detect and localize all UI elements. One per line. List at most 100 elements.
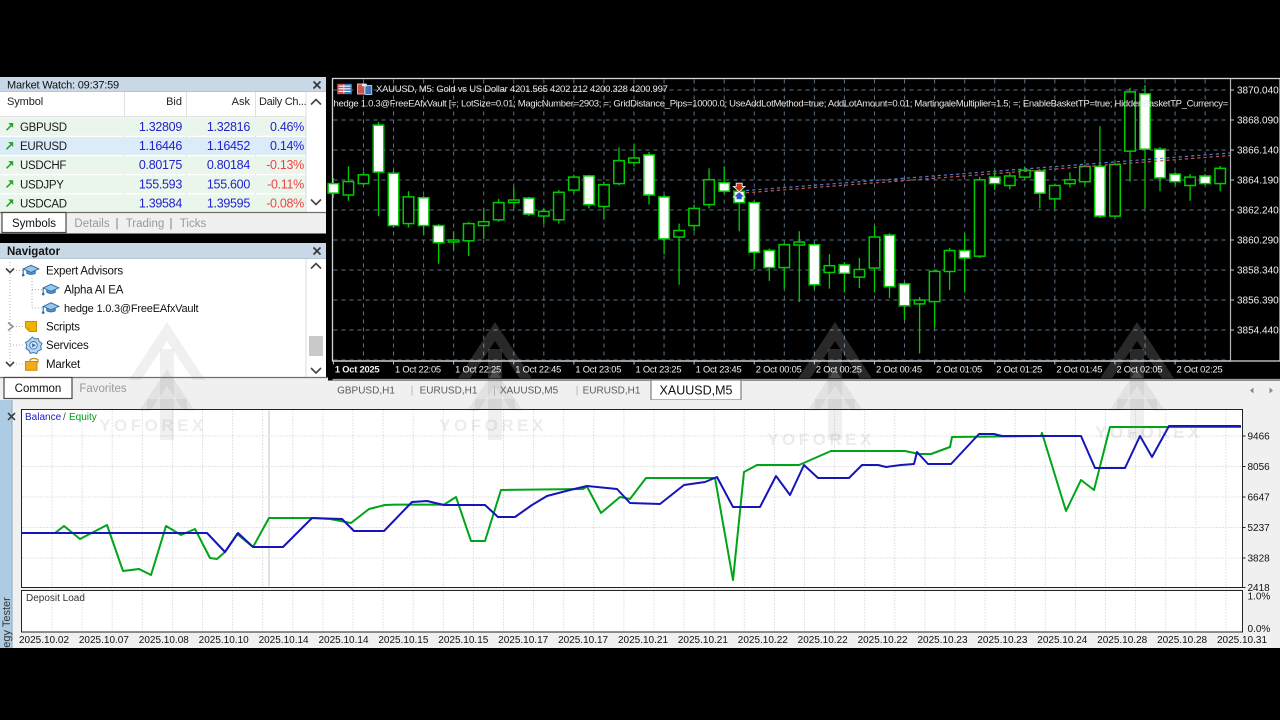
- svg-text:EURUSD,H1: EURUSD,H1: [583, 386, 641, 397]
- svg-text:Navigator: Navigator: [7, 246, 61, 258]
- svg-text:1.32816: 1.32816: [207, 120, 250, 134]
- svg-text:2 Oct 01:05: 2 Oct 01:05: [936, 365, 982, 375]
- svg-text:0.80184: 0.80184: [207, 158, 250, 172]
- svg-text:1 Oct 23:25: 1 Oct 23:25: [636, 365, 682, 375]
- svg-text:1.16452: 1.16452: [207, 139, 250, 153]
- svg-text:2025.10.02: 2025.10.02: [19, 635, 69, 646]
- svg-text:-0.08%: -0.08%: [266, 196, 304, 210]
- svg-text:YOFOREX: YOFOREX: [439, 416, 547, 435]
- svg-text:Symbols: Symbols: [12, 218, 56, 230]
- svg-text:2025.10.08: 2025.10.08: [139, 635, 189, 646]
- svg-text:2025.10.14: 2025.10.14: [318, 635, 368, 646]
- svg-text:Market: Market: [46, 359, 81, 371]
- svg-text:0.46%: 0.46%: [270, 120, 304, 134]
- svg-text:YOFOREX: YOFOREX: [99, 416, 207, 435]
- svg-text:USDCAD: USDCAD: [20, 198, 67, 210]
- svg-text:1 Oct 23:45: 1 Oct 23:45: [696, 365, 742, 375]
- svg-text:2025.10.31: 2025.10.31: [1217, 635, 1267, 646]
- svg-text:Scripts: Scripts: [46, 322, 80, 334]
- svg-text:6647: 6647: [1248, 493, 1271, 504]
- svg-text:Trading: Trading: [126, 218, 165, 230]
- svg-text:0.0%: 0.0%: [1248, 624, 1271, 635]
- svg-text:GBPUSD,H1: GBPUSD,H1: [337, 386, 395, 397]
- svg-text:XAUUSD, M5: Gold vs US Dollar: XAUUSD, M5: Gold vs US Dollar 4201.565 4…: [376, 84, 668, 95]
- svg-text:2 Oct 00:05: 2 Oct 00:05: [756, 365, 802, 375]
- svg-text:|: |: [170, 218, 173, 230]
- svg-text:Favorites: Favorites: [79, 383, 127, 395]
- svg-text:3854.440: 3854.440: [1237, 326, 1279, 337]
- svg-text:3862.240: 3862.240: [1237, 206, 1279, 217]
- svg-text:2025.10.07: 2025.10.07: [79, 635, 129, 646]
- svg-text:2025.10.23: 2025.10.23: [977, 635, 1027, 646]
- svg-text:0.80175: 0.80175: [139, 158, 182, 172]
- svg-text:2025.10.17: 2025.10.17: [558, 635, 608, 646]
- svg-text:2025.10.22: 2025.10.22: [858, 635, 908, 646]
- svg-text:8056: 8056: [1248, 462, 1271, 473]
- svg-text:Market Watch: 09:37:59: Market Watch: 09:37:59: [7, 80, 119, 92]
- svg-text:XAUUSD,M5: XAUUSD,M5: [660, 384, 733, 398]
- svg-text:YOFOREX: YOFOREX: [767, 430, 875, 449]
- svg-text:155.593: 155.593: [139, 177, 182, 191]
- svg-text:2 Oct 02:25: 2 Oct 02:25: [1177, 365, 1223, 375]
- svg-text:2025.10.15: 2025.10.15: [378, 635, 428, 646]
- svg-text:Symbol: Symbol: [7, 96, 43, 108]
- svg-text:2025.10.22: 2025.10.22: [798, 635, 848, 646]
- svg-text:Balance: Balance: [25, 412, 62, 423]
- svg-text:EURUSD,H1: EURUSD,H1: [420, 386, 478, 397]
- svg-text:2025.10.23: 2025.10.23: [917, 635, 967, 646]
- svg-text:1.32809: 1.32809: [139, 120, 182, 134]
- svg-text:1.39584: 1.39584: [139, 196, 182, 210]
- svg-text:Ask: Ask: [232, 96, 251, 108]
- svg-text:9466: 9466: [1248, 432, 1271, 443]
- svg-text:GBPUSD: GBPUSD: [20, 122, 67, 134]
- svg-text:Deposit Load: Deposit Load: [26, 593, 85, 604]
- svg-text:0.14%: 0.14%: [270, 139, 304, 153]
- svg-text:3858.340: 3858.340: [1237, 266, 1279, 277]
- svg-text:|: |: [116, 218, 119, 230]
- svg-text:-0.11%: -0.11%: [267, 177, 304, 191]
- svg-text:3860.290: 3860.290: [1237, 236, 1279, 247]
- svg-text:Bid: Bid: [166, 96, 182, 108]
- svg-text:hedge 1.0.3@FreeEAfxVault: hedge 1.0.3@FreeEAfxVault: [64, 303, 199, 315]
- svg-text:3856.390: 3856.390: [1237, 296, 1279, 307]
- svg-text:3866.140: 3866.140: [1237, 146, 1279, 157]
- svg-text:Expert Advisors: Expert Advisors: [46, 266, 123, 278]
- svg-text:1 Oct 23:05: 1 Oct 23:05: [575, 365, 621, 375]
- svg-text:Alpha AI EA: Alpha AI EA: [64, 285, 124, 297]
- svg-text:Equity: Equity: [69, 412, 97, 423]
- svg-text:2 Oct 01:45: 2 Oct 01:45: [1056, 365, 1102, 375]
- svg-text:Services: Services: [46, 340, 89, 352]
- svg-text:hedge 1.0.3@FreeEAfxVault [=;: hedge 1.0.3@FreeEAfxVault [=; LotSize=0.…: [334, 99, 1229, 110]
- svg-text:1.16446: 1.16446: [139, 139, 182, 153]
- svg-text:2025.10.10: 2025.10.10: [199, 635, 249, 646]
- svg-text:2025.10.28: 2025.10.28: [1157, 635, 1207, 646]
- svg-text:EURUSD: EURUSD: [20, 141, 67, 153]
- svg-text:2 Oct 00:45: 2 Oct 00:45: [876, 365, 922, 375]
- svg-text:1.39595: 1.39595: [207, 196, 250, 210]
- svg-text:2025.10.28: 2025.10.28: [1097, 635, 1147, 646]
- svg-text:Common: Common: [15, 383, 62, 395]
- svg-text:2025.10.21: 2025.10.21: [678, 635, 728, 646]
- svg-text:2 Oct 01:25: 2 Oct 01:25: [996, 365, 1042, 375]
- svg-text:USDJPY: USDJPY: [20, 179, 64, 191]
- svg-text:2025.10.24: 2025.10.24: [1037, 635, 1087, 646]
- svg-text:3870.040: 3870.040: [1237, 86, 1279, 97]
- svg-text:USDCHF: USDCHF: [20, 160, 66, 172]
- svg-text:3864.190: 3864.190: [1237, 176, 1279, 187]
- svg-text:|: |: [411, 386, 414, 397]
- svg-text:3868.090: 3868.090: [1237, 116, 1279, 127]
- svg-text:-0.13%: -0.13%: [266, 158, 304, 172]
- svg-text:1.0%: 1.0%: [1248, 592, 1271, 603]
- svg-text:155.600: 155.600: [207, 177, 250, 191]
- svg-text:3828: 3828: [1248, 554, 1271, 565]
- svg-text:Details: Details: [74, 218, 109, 230]
- svg-text:2025.10.17: 2025.10.17: [498, 635, 548, 646]
- svg-text:2025.10.14: 2025.10.14: [259, 635, 309, 646]
- svg-text:/: /: [63, 412, 66, 423]
- svg-text:1 Oct 2025: 1 Oct 2025: [335, 365, 380, 375]
- svg-text:Daily Ch...: Daily Ch...: [259, 96, 307, 108]
- svg-text:2025.10.22: 2025.10.22: [738, 635, 788, 646]
- svg-text:5237: 5237: [1248, 523, 1271, 534]
- svg-text:Ticks: Ticks: [180, 218, 207, 230]
- svg-text:|: |: [576, 386, 579, 397]
